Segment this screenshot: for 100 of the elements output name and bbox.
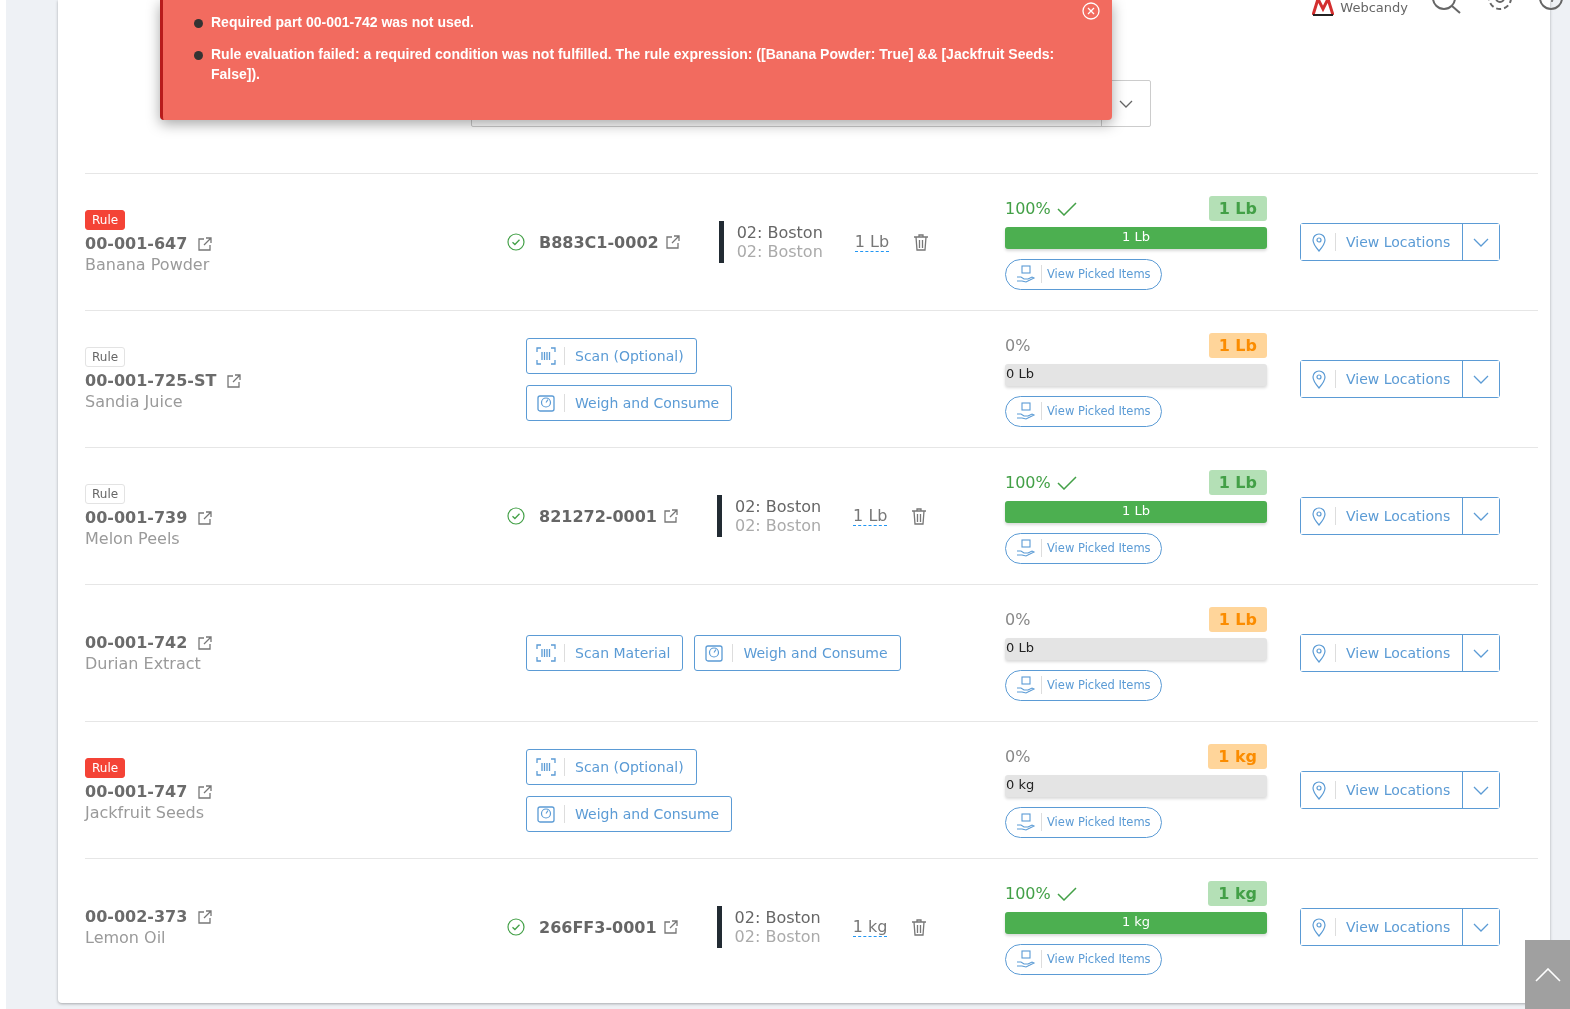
quantity-link[interactable]: 1 Lb	[854, 232, 890, 252]
view-locations-button[interactable]: View Locations	[1301, 909, 1464, 945]
action-button[interactable]: Scan (Optional)	[526, 337, 697, 374]
percent-text: 100%	[1005, 884, 1051, 903]
barcode-icon	[536, 346, 556, 365]
lot-number: 266FF3-0001	[539, 917, 657, 937]
view-locations-button[interactable]: View Locations	[1301, 224, 1464, 260]
progress-label: 0 Lb	[1006, 639, 1034, 655]
location-text: 02: Boston	[734, 927, 821, 946]
external-link-icon[interactable]	[197, 235, 214, 252]
logo-icon	[1312, 0, 1335, 16]
bullet-icon	[194, 19, 203, 28]
bullet-icon	[194, 51, 203, 60]
view-picked-items-button[interactable]: View Picked Items	[1005, 806, 1162, 838]
part-name: Sandia Juice	[85, 392, 183, 411]
part-number: 00-001-739	[85, 508, 188, 527]
part-name: Banana Powder	[85, 255, 210, 274]
external-link-icon[interactable]	[226, 372, 243, 389]
lot-number: B883C1-0002	[539, 232, 659, 252]
percent-text: 0%	[1005, 336, 1031, 355]
location-text: 02: Boston	[734, 908, 821, 927]
external-link-icon[interactable]	[197, 634, 214, 651]
progress-label: 0 Lb	[1006, 365, 1034, 381]
view-picked-items-button[interactable]: View Picked Items	[1005, 943, 1162, 975]
view-picked-items-button[interactable]: View Picked Items	[1005, 669, 1162, 701]
quantity-link[interactable]: 1 kg	[852, 917, 888, 937]
external-link-icon[interactable]	[662, 919, 679, 935]
action-button[interactable]: Weigh and Consume	[526, 384, 733, 421]
view-locations-button[interactable]: View Locations	[1301, 361, 1464, 397]
required-quantity-chip: 1 Lb	[1208, 333, 1267, 358]
location-text: 02: Boston	[736, 242, 823, 261]
chevron-down-icon	[1473, 922, 1490, 932]
required-quantity-chip: 1 kg	[1208, 881, 1267, 906]
external-link-icon[interactable]	[197, 509, 214, 526]
part-number: 00-001-725-ST	[85, 371, 217, 390]
location-pin-icon	[1311, 917, 1327, 937]
hand-box-icon	[1016, 676, 1036, 694]
progress-label: 1 Lb	[1121, 502, 1151, 518]
view-picked-items-button[interactable]: View Picked Items	[1005, 395, 1162, 427]
location-pin-icon	[1311, 506, 1327, 526]
chevron-down-icon	[1473, 785, 1490, 795]
quantity-link[interactable]: 1 Lb	[853, 506, 888, 526]
required-quantity-chip: 1 kg	[1208, 744, 1267, 769]
rule-badge: Rule	[85, 758, 126, 778]
location-text: 02: Boston	[734, 497, 822, 516]
location-pin-icon	[1311, 232, 1327, 252]
location-text: 02: Boston	[736, 223, 823, 242]
rule-badge: Rule	[85, 347, 126, 367]
part-name: Durian Extract	[85, 654, 201, 673]
progress-label: 0 kg	[1006, 776, 1035, 792]
percent-text: 0%	[1005, 610, 1031, 629]
chevron-down-icon	[1473, 374, 1490, 384]
location-pin-icon	[1311, 780, 1327, 800]
view-picked-items-button[interactable]: View Picked Items	[1005, 258, 1162, 290]
action-button[interactable]: Weigh and Consume	[694, 635, 901, 671]
view-locations-button[interactable]: View Locations	[1301, 772, 1464, 808]
part-number: 00-001-647	[85, 234, 188, 253]
external-link-icon[interactable]	[662, 508, 679, 524]
hand-box-icon	[1016, 950, 1036, 968]
trash-icon[interactable]	[911, 507, 928, 525]
scale-icon	[536, 803, 556, 824]
external-link-icon[interactable]	[197, 908, 214, 925]
chevron-down-icon	[1473, 511, 1490, 521]
external-link-icon[interactable]	[197, 783, 214, 800]
error-message: Rule evaluation failed: a required condition was not fulfilled. The rule expression: ([Banana Powder: True] && [Jackfruit Seeds: False]).	[211, 45, 1056, 84]
trash-icon[interactable]	[913, 233, 930, 251]
required-quantity-chip: 1 Lb	[1208, 607, 1267, 632]
external-link-icon[interactable]	[664, 234, 681, 250]
rule-badge: Rule	[85, 484, 126, 504]
part-name: Lemon Oil	[85, 928, 166, 947]
action-button[interactable]: Scan Material	[526, 635, 684, 671]
progress-label: 1 Lb	[1121, 228, 1151, 244]
scale-icon	[536, 392, 556, 413]
hand-box-icon	[1016, 402, 1036, 420]
part-number: 00-001-747	[85, 782, 188, 801]
chevron-down-icon	[1473, 237, 1490, 247]
part-name: Jackfruit Seeds	[85, 803, 205, 822]
check-circle-icon	[507, 233, 525, 251]
location-marker-bar	[718, 221, 724, 263]
check-circle-icon	[507, 507, 525, 525]
percent-text: 0%	[1005, 747, 1031, 766]
view-picked-items-button[interactable]: View Picked Items	[1005, 532, 1162, 564]
check-circle-icon	[507, 918, 525, 936]
scale-icon	[704, 643, 725, 663]
close-icon[interactable]	[1082, 2, 1100, 20]
chevron-up-icon	[1534, 967, 1561, 982]
brand-name: Webcandy	[1340, 0, 1408, 15]
chevron-down-icon	[1473, 648, 1490, 658]
rule-badge: Rule	[85, 210, 126, 230]
action-button[interactable]: Weigh and Consume	[526, 795, 733, 832]
view-locations-button[interactable]: View Locations	[1301, 635, 1464, 671]
action-button[interactable]: Scan (Optional)	[526, 748, 697, 785]
barcode-icon	[536, 644, 556, 662]
trash-icon[interactable]	[911, 918, 928, 936]
location-marker-bar	[716, 495, 722, 537]
view-locations-button[interactable]: View Locations	[1301, 498, 1464, 534]
part-number: 00-001-742	[85, 633, 188, 652]
percent-text: 100%	[1005, 199, 1051, 218]
progress-label: 1 kg	[1120, 913, 1152, 929]
barcode-icon	[536, 757, 556, 776]
